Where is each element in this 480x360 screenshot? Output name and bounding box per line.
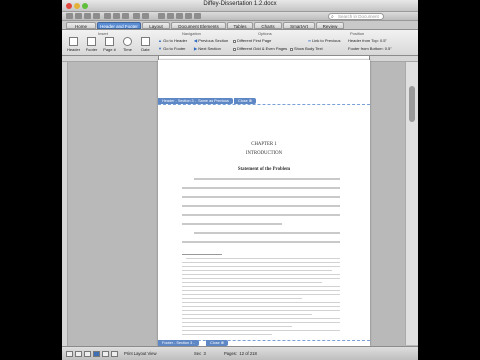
view-label: Print Layout View	[124, 351, 157, 356]
next-icon: ▶	[194, 46, 198, 51]
tab-header-and-footer[interactable]: Header and Footer	[97, 22, 141, 29]
tab-home[interactable]: Home	[66, 22, 96, 29]
page-number-button[interactable]: Page #	[101, 37, 118, 52]
section-heading: Statement of the Problem	[237, 167, 291, 172]
tab-charts[interactable]: Charts	[254, 22, 282, 29]
link-to-previous-button[interactable]: ∞ Link to Previous	[308, 38, 340, 43]
scrollbar-thumb[interactable]	[409, 86, 415, 122]
word-window: Diffey-Dissertation 1.2.docx ⌕ Search in…	[62, 0, 418, 360]
copy-icon[interactable]	[113, 13, 120, 19]
clock-icon	[123, 37, 132, 46]
vertical-scrollbar[interactable]	[405, 62, 418, 345]
footer-button[interactable]: Footer	[83, 37, 100, 52]
group-navigation-label: Navigation	[182, 31, 201, 36]
header-section-tag: Header - Section 3 - Same as Previous	[158, 98, 233, 104]
page-number-icon	[105, 37, 114, 46]
tab-smartart[interactable]: SmartArt	[283, 22, 315, 29]
different-odd-even-checkbox[interactable]: Different Odd & Even Pages	[233, 46, 287, 51]
show-body-text-checkbox[interactable]: Show Body Text	[290, 46, 323, 51]
search-icon: ⌕	[331, 14, 334, 20]
sidebar-icon[interactable]	[176, 13, 183, 19]
search-input[interactable]: ⌕ Search in Document	[328, 13, 384, 20]
footer-from-bottom-field[interactable]: Footer from Bottom: 0.5"	[348, 46, 392, 51]
new-icon[interactable]	[66, 13, 73, 19]
tab-tables[interactable]: Tables	[227, 22, 253, 29]
ribbon-tab-bar: Home Header and Footer Layout Document E…	[62, 21, 418, 30]
focus-view-icon[interactable]	[111, 351, 118, 357]
group-options-label: Options	[258, 31, 272, 36]
arrow-up-icon: ▲	[158, 38, 162, 43]
save-icon[interactable]	[84, 13, 91, 19]
group-insert-label: Insert	[98, 31, 109, 36]
chapter-number: CHAPTER 1	[251, 142, 277, 147]
previous-icon: ◀	[194, 38, 198, 43]
tab-layout[interactable]: Layout	[142, 22, 170, 29]
link-icon: ∞	[308, 38, 311, 43]
go-to-footer-button[interactable]: ▼ Go to Footer	[158, 46, 186, 51]
vertical-ruler[interactable]	[62, 62, 68, 347]
go-to-header-button[interactable]: ▲ Go to Header	[158, 38, 187, 43]
ribbon: Insert Navigation Options Position Heade…	[62, 30, 418, 56]
tab-review[interactable]: Review	[316, 22, 344, 29]
arrow-down-icon: ▼	[158, 46, 162, 51]
tab-document-elements[interactable]: Document Elements	[171, 22, 226, 29]
cut-icon[interactable]	[104, 13, 111, 19]
section-label: Sec 3	[194, 351, 206, 356]
print-icon[interactable]	[93, 13, 100, 19]
notebook-view-icon[interactable]	[102, 351, 109, 357]
window-title: Diffey-Dissertation 1.2.docx	[203, 1, 277, 7]
previous-section-button[interactable]: ◀ Previous Section	[194, 38, 228, 43]
paste-icon[interactable]	[122, 13, 129, 19]
close-icon: ⊗	[220, 341, 224, 345]
search-placeholder: Search in Document	[338, 14, 379, 19]
header-boundary	[158, 104, 370, 105]
title-bar: Diffey-Dissertation 1.2.docx	[62, 0, 418, 12]
open-icon[interactable]	[75, 13, 82, 19]
footer-icon	[87, 37, 96, 46]
toolbox-icon[interactable]	[185, 13, 192, 19]
group-position-label: Position	[350, 31, 365, 36]
chapter-title: INTRODUCTION	[245, 151, 283, 156]
pages-label: Pages: 12 of 218	[224, 351, 257, 356]
redo-icon[interactable]	[142, 13, 149, 19]
close-icon: ⊗	[248, 99, 252, 103]
document-page[interactable]: Header - Section 3 - Same as Previous Cl…	[158, 60, 370, 346]
draft-view-icon[interactable]	[66, 351, 73, 357]
columns-icon[interactable]	[167, 13, 174, 19]
calendar-icon	[141, 37, 150, 46]
different-first-page-checkbox[interactable]: Different First Page	[233, 38, 271, 43]
header-close-button[interactable]: Close ⊗	[234, 98, 256, 104]
print-layout-view-icon[interactable]	[93, 351, 100, 357]
standard-toolbar: ⌕ Search in Document	[62, 12, 418, 21]
header-icon	[69, 37, 78, 46]
outline-view-icon[interactable]	[75, 351, 82, 357]
next-section-button[interactable]: ▶ Next Section	[194, 46, 221, 51]
undo-icon[interactable]	[133, 13, 140, 19]
publishing-view-icon[interactable]	[84, 351, 91, 357]
zoom-icon[interactable]	[194, 13, 201, 19]
header-from-top-field[interactable]: Header from Top: 0.5"	[348, 38, 387, 43]
table-icon[interactable]	[158, 13, 165, 19]
date-button[interactable]: Date	[137, 37, 154, 52]
status-bar: Print Layout View Sec 3 Pages: 12 of 218	[62, 346, 418, 360]
header-button[interactable]: Header	[65, 37, 82, 52]
time-button[interactable]: Time	[119, 37, 136, 52]
